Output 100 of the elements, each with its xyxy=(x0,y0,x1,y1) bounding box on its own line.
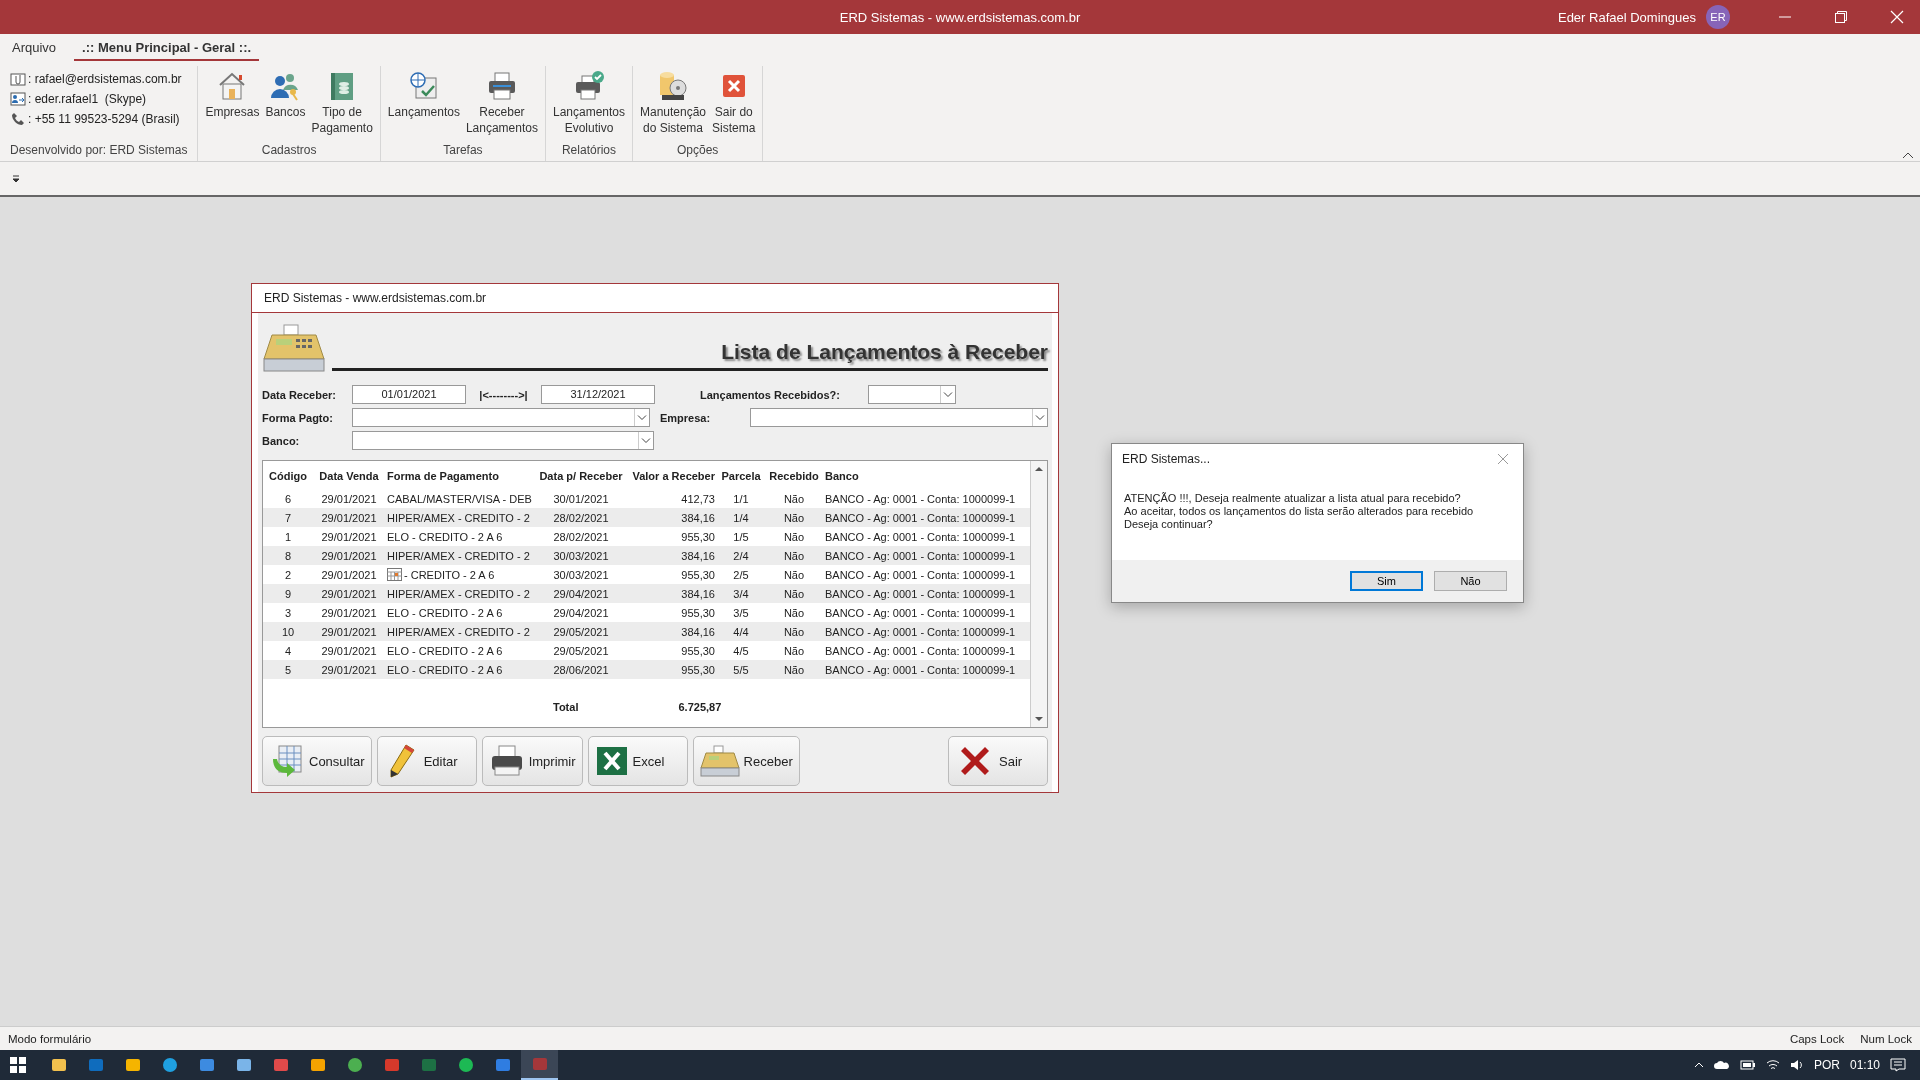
table-cell-text: 28/02/2021 xyxy=(552,511,610,524)
contact-text: : eder.rafael1 (Skype) xyxy=(28,92,147,106)
dropdown-icon[interactable] xyxy=(940,386,955,403)
total-label: Total xyxy=(553,701,579,713)
table-cell-text: 384,16 xyxy=(680,549,716,562)
table-cell-text: 384,16 xyxy=(680,587,716,600)
table-cell-text: 1/5 xyxy=(732,530,750,543)
taskbar-app[interactable] xyxy=(521,1050,558,1080)
range-separator: |<-------->| xyxy=(478,388,529,401)
table-cell-text: 29/01/2021 xyxy=(320,644,378,657)
notification-icon[interactable] xyxy=(1890,1058,1906,1072)
table-cell-text: HIPER/AMEX - CREDITO - 2 xyxy=(386,587,531,600)
form-button[interactable]: Consultar xyxy=(262,736,372,786)
contact-card-icon xyxy=(10,92,26,106)
table-cell-text: 955,30 xyxy=(680,663,716,676)
table-cell-text: 955,30 xyxy=(680,644,716,657)
table-cell-text: HIPER/AMEX - CREDITO - 2 xyxy=(386,549,531,562)
dropdown-icon[interactable] xyxy=(634,409,649,426)
clock[interactable]: 01:10 xyxy=(1849,1058,1880,1072)
user-avatar[interactable]: ER xyxy=(1706,5,1730,29)
window-title: ERD Sistemas - www.erdsistemas.com.br xyxy=(839,9,1081,25)
date-field[interactable]: 01/01/2021 xyxy=(352,385,466,404)
scroll-down-icon[interactable] xyxy=(1034,715,1044,723)
table-cell-text: 29/01/2021 xyxy=(320,549,378,562)
start-icon[interactable] xyxy=(10,1057,26,1073)
collapse-ribbon-icon[interactable] xyxy=(1902,151,1914,159)
column-header: Banco xyxy=(824,470,860,482)
close-icon[interactable] xyxy=(1497,453,1509,465)
ribbon-button[interactable]: Empresas xyxy=(202,66,263,124)
phone-icon xyxy=(10,112,26,126)
form-button[interactable]: Imprimir xyxy=(481,736,583,786)
status-text: Modo formulário xyxy=(8,1032,92,1045)
table-cell-text: ELO - CREDITO - 2 A 6 xyxy=(386,644,504,657)
table-cell-text: BANCO - Ag: 0001 - Conta: 1000099-1 xyxy=(824,625,1017,638)
table-cell-text: 29/01/2021 xyxy=(320,587,378,600)
battery-icon[interactable] xyxy=(1739,1060,1756,1070)
ribbon-button[interactable]: Lançamentos Evolutivo xyxy=(549,66,628,140)
table-cell: - CREDITO - 2 A 6 xyxy=(404,568,495,581)
field-label: Lançamentos Recebidos?: xyxy=(700,388,841,401)
table-cell-text: 29/05/2021 xyxy=(552,644,610,657)
ribbon-button[interactable]: Manutenção do Sistema xyxy=(637,66,710,140)
table-cell-text: 1/4 xyxy=(732,511,750,524)
speaker-icon[interactable] xyxy=(1789,1059,1804,1071)
table-cell-text: Não xyxy=(782,549,806,562)
ribbon-tab[interactable]: Arquivo xyxy=(4,35,65,61)
ribbon-button[interactable]: Lançamentos xyxy=(384,66,463,124)
table-cell-text: 955,30 xyxy=(680,568,716,581)
form-button[interactable]: Receber xyxy=(692,736,800,786)
table-cell-text: BANCO - Ag: 0001 - Conta: 1000099-1 xyxy=(824,530,1017,543)
chevron-up-icon[interactable] xyxy=(1693,1061,1704,1069)
status-indicator: Num Lock xyxy=(1860,1032,1912,1045)
table-cell-text: 30/03/2021 xyxy=(552,549,610,562)
table-cell-text: 8 xyxy=(283,549,293,562)
table-cell-text: 955,30 xyxy=(680,606,716,619)
column-header: Parcela xyxy=(720,470,762,482)
dropdown-icon[interactable] xyxy=(638,432,653,449)
table-cell-text: 30/03/2021 xyxy=(552,568,610,581)
date-field[interactable]: 31/12/2021 xyxy=(541,385,655,404)
restore-icon[interactable] xyxy=(1834,10,1848,24)
table-cell-text: CABAL/MASTER/VISA - DEB xyxy=(386,492,533,505)
column-header: Data p/ Receber xyxy=(538,470,624,482)
paperclip-card-icon xyxy=(10,72,26,86)
dropdown-field[interactable] xyxy=(352,431,654,450)
table-cell-text: HIPER/AMEX - CREDITO - 2 xyxy=(386,625,531,638)
ribbon-button[interactable]: Tipo de Pagamento xyxy=(308,66,376,140)
group-label: Opções xyxy=(677,143,719,159)
vertical-scrollbar[interactable] xyxy=(1030,461,1047,727)
dialog-button[interactable]: Não xyxy=(1434,571,1507,591)
table-cell-text: Não xyxy=(782,663,806,676)
table-cell-text: BANCO - Ag: 0001 - Conta: 1000099-1 xyxy=(824,511,1017,524)
cloud-icon[interactable] xyxy=(1713,1060,1730,1070)
ribbon-button[interactable]: Bancos xyxy=(262,66,309,124)
total-value: 6.725,87 xyxy=(678,701,722,713)
cash-register-icon xyxy=(262,323,326,373)
dropdown-field[interactable] xyxy=(750,408,1048,427)
dropdown-icon[interactable] xyxy=(1032,409,1047,426)
form-button[interactable]: Editar xyxy=(376,736,477,786)
wifi-icon[interactable] xyxy=(1765,1059,1780,1071)
form-button[interactable]: Sair xyxy=(948,736,1048,786)
customize-toolbar-icon[interactable] xyxy=(12,174,20,183)
ribbon-button[interactable]: Receber Lançamentos xyxy=(462,66,541,140)
table-cell-text: 29/01/2021 xyxy=(320,625,378,638)
table-cell-text: 29/01/2021 xyxy=(320,511,378,524)
dropdown-field[interactable] xyxy=(868,385,956,404)
ribbon-button[interactable]: Sair do Sistema xyxy=(709,66,759,140)
field-label: Data Receber: xyxy=(262,388,337,401)
form-button[interactable]: Excel xyxy=(587,736,688,786)
dialog-button[interactable]: Sim xyxy=(1350,571,1423,591)
table-cell-text: 29/01/2021 xyxy=(320,606,378,619)
globe-document-icon xyxy=(407,70,440,102)
table-cell-text: 4/5 xyxy=(732,644,750,657)
ribbon-tab[interactable]: .:: Menu Principal - Geral ::. xyxy=(74,35,260,61)
language-indicator[interactable]: POR xyxy=(1813,1058,1840,1072)
table-cell-text: 384,16 xyxy=(680,511,716,524)
table-cell-text: HIPER/AMEX - CREDITO - 2 xyxy=(386,511,531,524)
table-cell-text: 2/4 xyxy=(732,549,750,562)
dropdown-field[interactable] xyxy=(352,408,650,427)
scroll-up-icon[interactable] xyxy=(1034,465,1044,473)
form-heading: Lista de Lançamentos à Receber xyxy=(721,340,1048,364)
table-cell-text: ELO - CREDITO - 2 A 6 xyxy=(386,663,504,676)
